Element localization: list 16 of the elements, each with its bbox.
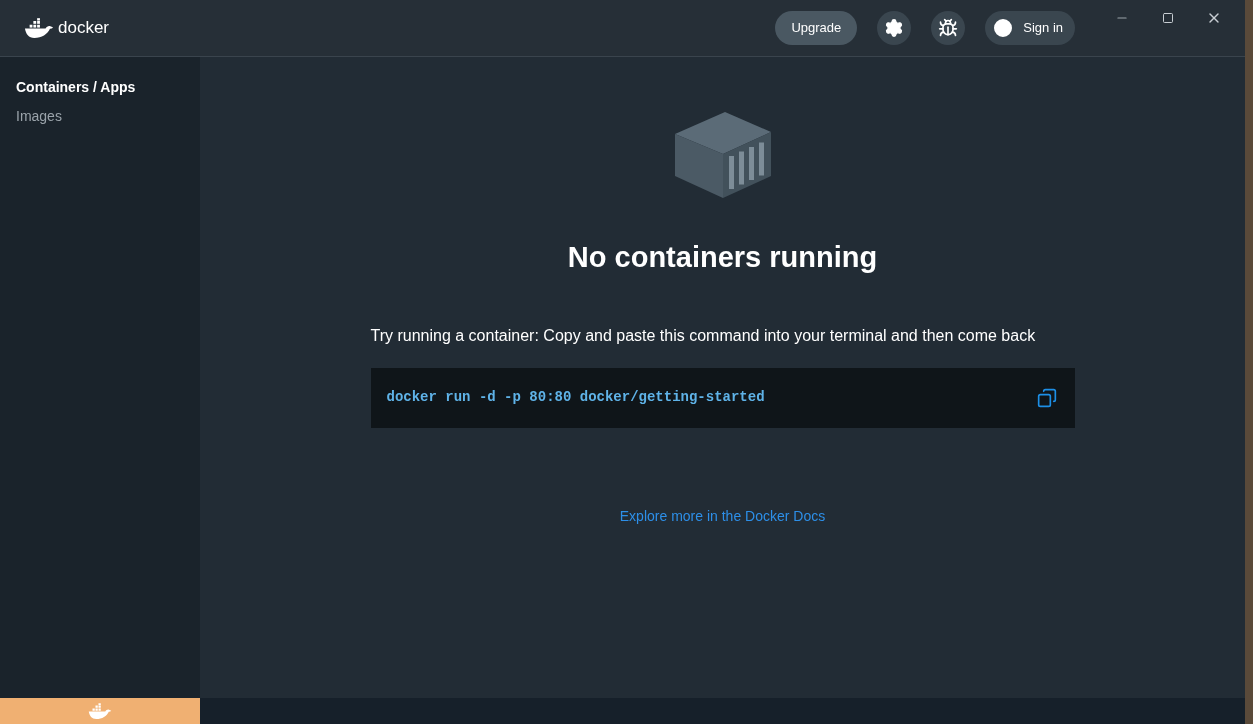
settings-button[interactable]	[877, 11, 912, 45]
maximize-icon	[1162, 12, 1174, 24]
empty-state-title: No containers running	[567, 240, 878, 275]
instruction-text: Try running a container: Copy and paste this command into your terminal and then come back	[370, 325, 1037, 346]
whale-icon	[88, 702, 112, 720]
sidebar-item[interactable]: Containers / Apps	[16, 77, 184, 98]
sign-in-button[interactable]: Sign in	[985, 11, 1075, 45]
copy-icon	[1036, 387, 1057, 408]
sidebar-item[interactable]: Images	[16, 106, 184, 127]
docs-link[interactable]: Explore more in the Docker Docs	[619, 505, 826, 527]
troubleshoot-button[interactable]	[931, 11, 966, 45]
logo-text: docker	[58, 17, 110, 40]
upgrade-button[interactable]: Upgrade	[775, 11, 858, 45]
command-text: docker run -d -p 80:80 docker/getting-started	[386, 388, 766, 407]
bug-icon	[938, 18, 959, 38]
docker-logo-icon	[24, 17, 54, 39]
